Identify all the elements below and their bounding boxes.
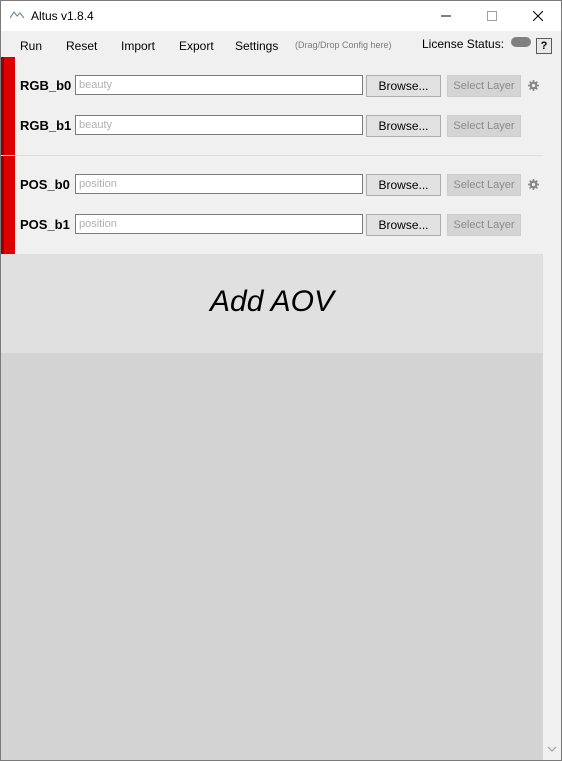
aov-row: RGB_b0 Browse... Select Layer	[1, 75, 543, 97]
minimize-button[interactable]	[423, 1, 469, 31]
license-status-label: License Status:	[422, 37, 505, 51]
aov-group-pos: POS_b0 Browse... Select Layer POS_b1 Bro…	[1, 156, 543, 255]
aov-list: RGB_b0 Browse... Select Layer RGB_b1 Bro…	[1, 57, 543, 760]
close-icon	[533, 11, 543, 21]
add-aov-button[interactable]: Add AOV	[1, 255, 543, 353]
menu-export[interactable]: Export	[179, 39, 214, 53]
aov-row-label: RGB_b1	[20, 118, 72, 133]
browse-button[interactable]: Browse...	[366, 75, 441, 97]
select-layer-button[interactable]: Select Layer	[447, 174, 521, 196]
aov-path-input[interactable]	[75, 214, 363, 234]
help-button[interactable]: ?	[536, 38, 552, 54]
vertical-scrollbar[interactable]	[543, 57, 561, 760]
window-title: Altus v1.8.4	[31, 9, 94, 23]
chevron-down-icon[interactable]	[547, 745, 557, 753]
aov-row: POS_b0 Browse... Select Layer	[1, 174, 543, 196]
browse-button[interactable]: Browse...	[366, 174, 441, 196]
browse-button[interactable]: Browse...	[366, 115, 441, 137]
aov-row: RGB_b1 Browse... Select Layer	[1, 115, 543, 137]
aov-path-input[interactable]	[75, 115, 363, 135]
license-status-toggle[interactable]	[511, 37, 531, 47]
add-aov-label: Add AOV	[210, 285, 334, 318]
aov-row-label: RGB_b0	[20, 78, 72, 93]
gear-icon[interactable]	[528, 179, 539, 190]
minimize-icon	[441, 15, 451, 17]
aov-row: POS_b1 Browse... Select Layer	[1, 214, 543, 236]
browse-button[interactable]: Browse...	[366, 214, 441, 236]
maximize-icon	[487, 11, 497, 21]
drag-drop-hint[interactable]: (Drag/Drop Config here)	[295, 40, 392, 50]
app-window: Altus v1.8.4 Run Reset Import Export Set…	[0, 0, 562, 761]
maximize-button[interactable]	[469, 1, 515, 31]
menu-run[interactable]: Run	[20, 39, 42, 53]
select-layer-button[interactable]: Select Layer	[447, 75, 521, 97]
close-button[interactable]	[515, 1, 561, 31]
select-layer-button[interactable]: Select Layer	[447, 115, 521, 137]
menu-bar: Run Reset Import Export Settings (Drag/D…	[1, 31, 561, 57]
select-layer-button[interactable]: Select Layer	[447, 214, 521, 236]
menu-reset[interactable]: Reset	[66, 39, 97, 53]
group-color-bar	[1, 57, 15, 155]
menu-import[interactable]: Import	[121, 39, 155, 53]
gear-icon[interactable]	[528, 80, 539, 91]
aov-group-rgb: RGB_b0 Browse... Select Layer RGB_b1 Bro…	[1, 57, 543, 156]
aov-path-input[interactable]	[75, 174, 363, 194]
aov-path-input[interactable]	[75, 75, 363, 95]
menu-settings[interactable]: Settings	[235, 39, 278, 53]
title-bar[interactable]: Altus v1.8.4	[1, 1, 561, 31]
aov-row-label: POS_b0	[20, 177, 70, 192]
app-logo-icon	[10, 11, 24, 19]
group-color-bar	[1, 156, 15, 254]
aov-row-label: POS_b1	[20, 217, 70, 232]
